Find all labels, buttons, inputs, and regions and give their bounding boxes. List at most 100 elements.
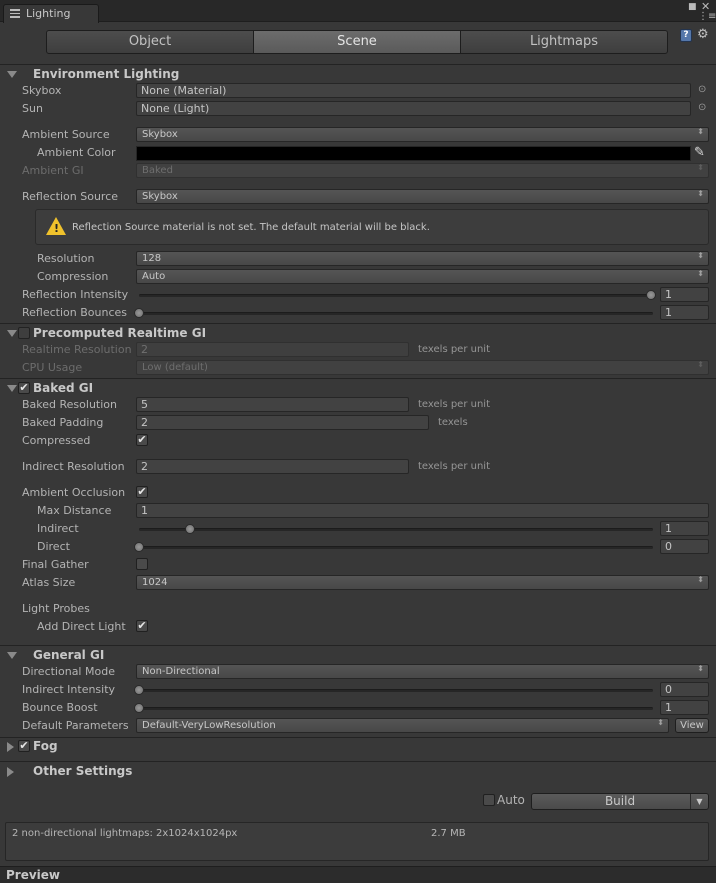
foldout-arrow-other[interactable] [7,767,14,777]
indirect-intensity-slider-thumb[interactable] [134,685,144,695]
ao-indirect-label: Indirect [37,522,79,535]
foldout-arrow-fog[interactable] [7,742,14,752]
dropdown-value: Skybox [142,191,178,202]
foldout-arrow-environment[interactable] [7,71,17,78]
baked-resolution-input[interactable]: 5 [136,397,409,412]
directional-mode-label: Directional Mode [22,665,115,678]
fog-checkbox[interactable]: ✔ [18,740,30,752]
divider [0,64,716,65]
auto-label: Auto [497,793,525,807]
ambient-source-dropdown[interactable]: Skybox ⬍ [136,127,709,142]
compressed-checkbox[interactable]: ✔ [136,434,148,446]
close-icon[interactable]: ✕ [701,1,710,12]
foldout-arrow-baked[interactable] [7,385,17,392]
atlas-size-dropdown[interactable]: 1024 ⬍ [136,575,709,590]
preview-bar[interactable]: Preview [0,866,716,883]
realtime-resolution-label: Realtime Resolution [22,343,132,356]
bounce-boost-input[interactable]: 1 [660,700,709,715]
tab-object[interactable]: Object [46,30,254,54]
bounce-boost-slider-track[interactable] [139,707,653,710]
build-button-label: Build [604,794,636,808]
maximize-icon[interactable]: ■ [688,3,697,12]
baked-padding-label: Baked Padding [22,416,104,429]
window-menu-icon[interactable]: ⋮≡ [698,12,716,22]
default-parameters-label: Default Parameters [22,719,129,732]
compressed-label: Compressed [22,434,91,447]
indirect-resolution-input[interactable]: 2 [136,459,409,474]
dropdown-arrow-icon: ⬍ [697,269,704,278]
lighting-window-tab[interactable]: Lighting [3,4,99,23]
reflection-bounces-input[interactable]: 1 [660,305,709,320]
tab-scene[interactable]: Scene [253,30,461,54]
compression-dropdown[interactable]: Auto ⬍ [136,269,709,284]
view-button[interactable]: View [675,718,709,733]
ambient-color-swatch[interactable] [136,146,691,161]
object-picker-icon[interactable]: ⊙ [698,102,706,113]
ao-indirect-slider-thumb[interactable] [185,524,196,534]
gear-icon[interactable]: ⚙ [697,27,709,42]
reflection-intensity-slider-thumb[interactable] [646,290,656,300]
build-dropdown-arrow-icon[interactable]: ▼ [690,794,708,809]
realtime-gi-header[interactable]: Precomputed Realtime GI [33,326,206,340]
realtime-gi-checkbox[interactable] [18,327,30,339]
sun-label: Sun [22,102,43,115]
skybox-label: Skybox [22,84,62,97]
ao-indirect-slider-track[interactable] [139,528,653,531]
general-gi-header[interactable]: General GI [33,648,104,662]
dropdown-value: Skybox [142,129,178,140]
divider [0,737,716,738]
reflection-source-dropdown[interactable]: Skybox ⬍ [136,189,709,204]
object-picker-icon[interactable]: ⊙ [698,84,706,95]
warning-box: ! Reflection Source material is not set.… [35,209,709,245]
ambient-gi-dropdown: Baked ⬍ [136,163,709,178]
sun-field[interactable]: None (Light) [136,101,691,116]
baked-gi-header[interactable]: Baked GI [33,381,93,395]
final-gather-checkbox[interactable] [136,558,148,570]
fog-header[interactable]: Fog [33,739,58,753]
other-settings-header[interactable]: Other Settings [33,764,132,778]
reflection-bounces-slider-track[interactable] [139,312,653,315]
dropdown-value: Baked [142,165,173,176]
ambient-color-label: Ambient Color [37,146,116,159]
ao-direct-slider-thumb[interactable] [134,542,144,552]
eyedropper-icon[interactable]: ✎ [694,145,708,160]
add-direct-light-checkbox[interactable]: ✔ [136,620,148,632]
dropdown-arrow-icon: ⬍ [697,127,704,136]
baked-padding-input[interactable]: 2 [136,415,429,430]
ao-direct-slider-track[interactable] [139,546,653,549]
lightmap-count-text: 2 non-directional lightmaps: 2x1024x1024… [12,828,238,839]
ambient-occlusion-checkbox[interactable]: ✔ [136,486,148,498]
baked-gi-checkbox[interactable]: ✔ [18,382,30,394]
build-button[interactable]: Build ▼ [531,793,709,810]
final-gather-label: Final Gather [22,558,89,571]
reflection-bounces-slider-thumb[interactable] [134,308,144,318]
divider [0,323,716,324]
cpu-usage-dropdown: Low (default) ⬍ [136,360,709,375]
dropdown-arrow-icon: ⬍ [697,575,704,584]
default-parameters-dropdown[interactable]: Default-VeryLowResolution ⬍ [136,718,669,733]
indirect-resolution-unit: texels per unit [418,461,490,472]
realtime-resolution-input: 2 [136,342,409,357]
help-icon[interactable]: ? [680,29,692,42]
foldout-arrow-realtime[interactable] [7,330,17,337]
lightmap-status-box: 2 non-directional lightmaps: 2x1024x1024… [5,822,709,861]
bounce-boost-slider-thumb[interactable] [134,703,144,713]
reflection-intensity-input[interactable]: 1 [660,287,709,302]
reflection-intensity-slider-track[interactable] [139,294,653,297]
max-distance-input[interactable]: 1 [136,503,709,518]
dropdown-value: Non-Directional [142,666,220,677]
ao-direct-input[interactable]: 0 [660,539,709,554]
foldout-arrow-general[interactable] [7,652,17,659]
baked-padding-unit: texels [438,417,468,428]
atlas-size-label: Atlas Size [22,576,76,589]
tab-lightmaps[interactable]: Lightmaps [460,30,668,54]
indirect-intensity-slider-track[interactable] [139,689,653,692]
resolution-dropdown[interactable]: 128 ⬍ [136,251,709,266]
auto-checkbox[interactable] [483,794,495,806]
indirect-intensity-input[interactable]: 0 [660,682,709,697]
skybox-field[interactable]: None (Material) [136,83,691,98]
environment-lighting-header[interactable]: Environment Lighting [33,67,179,81]
reflection-intensity-label: Reflection Intensity [22,288,129,301]
ao-indirect-input[interactable]: 1 [660,521,709,536]
directional-mode-dropdown[interactable]: Non-Directional ⬍ [136,664,709,679]
